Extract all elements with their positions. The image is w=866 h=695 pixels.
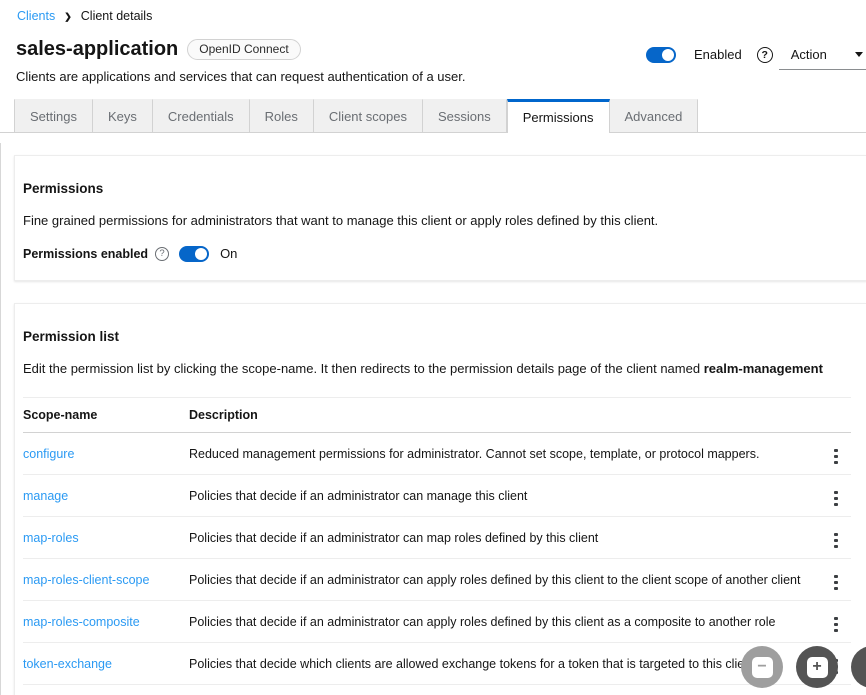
actions-cell xyxy=(821,475,851,517)
content-left-edge xyxy=(0,143,1,695)
chevron-right-icon: ❯ xyxy=(64,11,72,22)
permissions-enabled-row: Permissions enabled ? On xyxy=(23,246,851,262)
actions-cell xyxy=(821,601,851,643)
description-cell: Reduced management permissions for admin… xyxy=(189,433,821,475)
actions-cell xyxy=(821,433,851,475)
permissions-enabled-toggle[interactable] xyxy=(179,246,209,262)
protocol-badge: OpenID Connect xyxy=(187,39,300,60)
scope-name-cell: map-roles-composite xyxy=(23,601,189,643)
header-controls: Enabled ? Action xyxy=(646,39,866,70)
description-cell: Policies that decide if an administrator… xyxy=(189,601,821,643)
scope-link-map-roles-composite[interactable]: map-roles-composite xyxy=(23,615,140,629)
description-cell: Policies that decide which clients are a… xyxy=(189,643,821,685)
kebab-menu-icon[interactable] xyxy=(828,489,844,509)
action-dropdown-label: Action xyxy=(791,47,827,62)
permission-table-body: configure Reduced management permissions … xyxy=(23,433,851,695)
page-description: Clients are applications and services th… xyxy=(16,69,866,84)
enabled-toggle[interactable] xyxy=(646,47,676,63)
table-header-row: Scope-name Description xyxy=(23,398,851,433)
scope-name-cell: configure xyxy=(23,433,189,475)
table-row: configure Reduced management permissions … xyxy=(23,433,851,475)
zoom-out-button[interactable]: − xyxy=(741,646,783,688)
permissions-card-title: Permissions xyxy=(23,181,851,196)
permission-list-description-text: Edit the permission list by clicking the… xyxy=(23,361,704,376)
table-row: manage Policies that decide if an adminis… xyxy=(23,475,851,517)
scope-link-map-roles[interactable]: map-roles xyxy=(23,531,79,545)
permissions-card-description: Fine grained permissions for administrat… xyxy=(23,211,835,231)
breadcrumb: Clients ❯ Client details xyxy=(0,0,866,23)
help-icon[interactable]: ? xyxy=(155,247,169,261)
tab-credentials[interactable]: Credentials xyxy=(153,99,250,132)
permissions-enabled-label: Permissions enabled xyxy=(23,247,148,261)
description-cell: Policies that decide if an administrator… xyxy=(189,559,821,601)
scope-name-cell: token-exchange xyxy=(23,643,189,685)
client-name: realm-management xyxy=(704,361,823,376)
action-dropdown[interactable]: Action xyxy=(779,39,866,70)
tab-client-scopes[interactable]: Client scopes xyxy=(314,99,423,132)
permission-list-description: Edit the permission list by clicking the… xyxy=(23,359,835,379)
kebab-menu-icon[interactable] xyxy=(828,531,844,551)
kebab-menu-icon[interactable] xyxy=(828,615,844,635)
actions-cell xyxy=(821,517,851,559)
zoom-in-button[interactable]: + xyxy=(796,646,838,688)
table-row: map-roles-client-scope Policies that deci… xyxy=(23,559,851,601)
table-row: token-exchange Policies that decide which… xyxy=(23,643,851,685)
zoom-overlay-controls: − + ↙ xyxy=(741,646,866,688)
column-header-actions xyxy=(821,398,851,433)
tab-settings[interactable]: Settings xyxy=(14,99,93,132)
toggle-knob xyxy=(662,49,674,61)
permissions-enabled-state: On xyxy=(220,246,237,261)
scope-name-cell: view xyxy=(23,685,189,695)
permission-table: Scope-name Description configure Reduced … xyxy=(23,397,851,695)
scope-link-token-exchange[interactable]: token-exchange xyxy=(23,657,112,671)
description-cell: Policies that decide if an administrator… xyxy=(189,517,821,559)
kebab-menu-icon[interactable] xyxy=(828,447,844,467)
scope-name-cell: map-roles-client-scope xyxy=(23,559,189,601)
client-details-page: Clients ❯ Client details sales-applicati… xyxy=(0,0,866,695)
breadcrumb-link-clients[interactable]: Clients xyxy=(17,9,55,23)
permission-list-title: Permission list xyxy=(23,329,851,344)
tab-keys[interactable]: Keys xyxy=(93,99,153,132)
collapse-controls-button[interactable]: ↙ xyxy=(851,646,866,688)
table-row: map-roles-composite Policies that decide … xyxy=(23,601,851,643)
zoom-out-icon: − xyxy=(752,657,773,678)
actions-cell xyxy=(821,559,851,601)
scope-link-map-roles-client-scope[interactable]: map-roles-client-scope xyxy=(23,573,149,587)
breadcrumb-current: Client details xyxy=(81,9,153,23)
permissions-card: Permissions Fine grained permissions for… xyxy=(14,155,866,281)
kebab-menu-icon[interactable] xyxy=(828,573,844,593)
table-row: map-roles Policies that decide if an admi… xyxy=(23,517,851,559)
tab-roles[interactable]: Roles xyxy=(250,99,314,132)
zoom-in-icon: + xyxy=(807,657,828,678)
enabled-label: Enabled xyxy=(694,47,742,62)
description-cell: Policies that decide if an administrator… xyxy=(189,685,821,695)
scope-link-configure[interactable]: configure xyxy=(23,447,74,461)
tab-bar: SettingsKeysCredentialsRolesClient scope… xyxy=(0,99,866,133)
description-cell: Policies that decide if an administrator… xyxy=(189,475,821,517)
tab-sessions[interactable]: Sessions xyxy=(423,99,507,132)
tab-permissions[interactable]: Permissions xyxy=(507,99,610,133)
table-row: viewPolicies that decide if an administr… xyxy=(23,685,851,695)
permission-list-card: Permission list Edit the permission list… xyxy=(14,303,866,695)
column-header-scope-name: Scope-name xyxy=(23,398,189,433)
scope-name-cell: map-roles xyxy=(23,517,189,559)
help-icon[interactable]: ? xyxy=(757,47,773,63)
page-title: sales-application xyxy=(16,38,178,61)
caret-down-icon xyxy=(855,52,863,57)
toggle-knob xyxy=(195,248,207,260)
tab-advanced[interactable]: Advanced xyxy=(610,99,699,132)
scope-link-manage[interactable]: manage xyxy=(23,489,68,503)
column-header-description: Description xyxy=(189,398,821,433)
scope-name-cell: manage xyxy=(23,475,189,517)
